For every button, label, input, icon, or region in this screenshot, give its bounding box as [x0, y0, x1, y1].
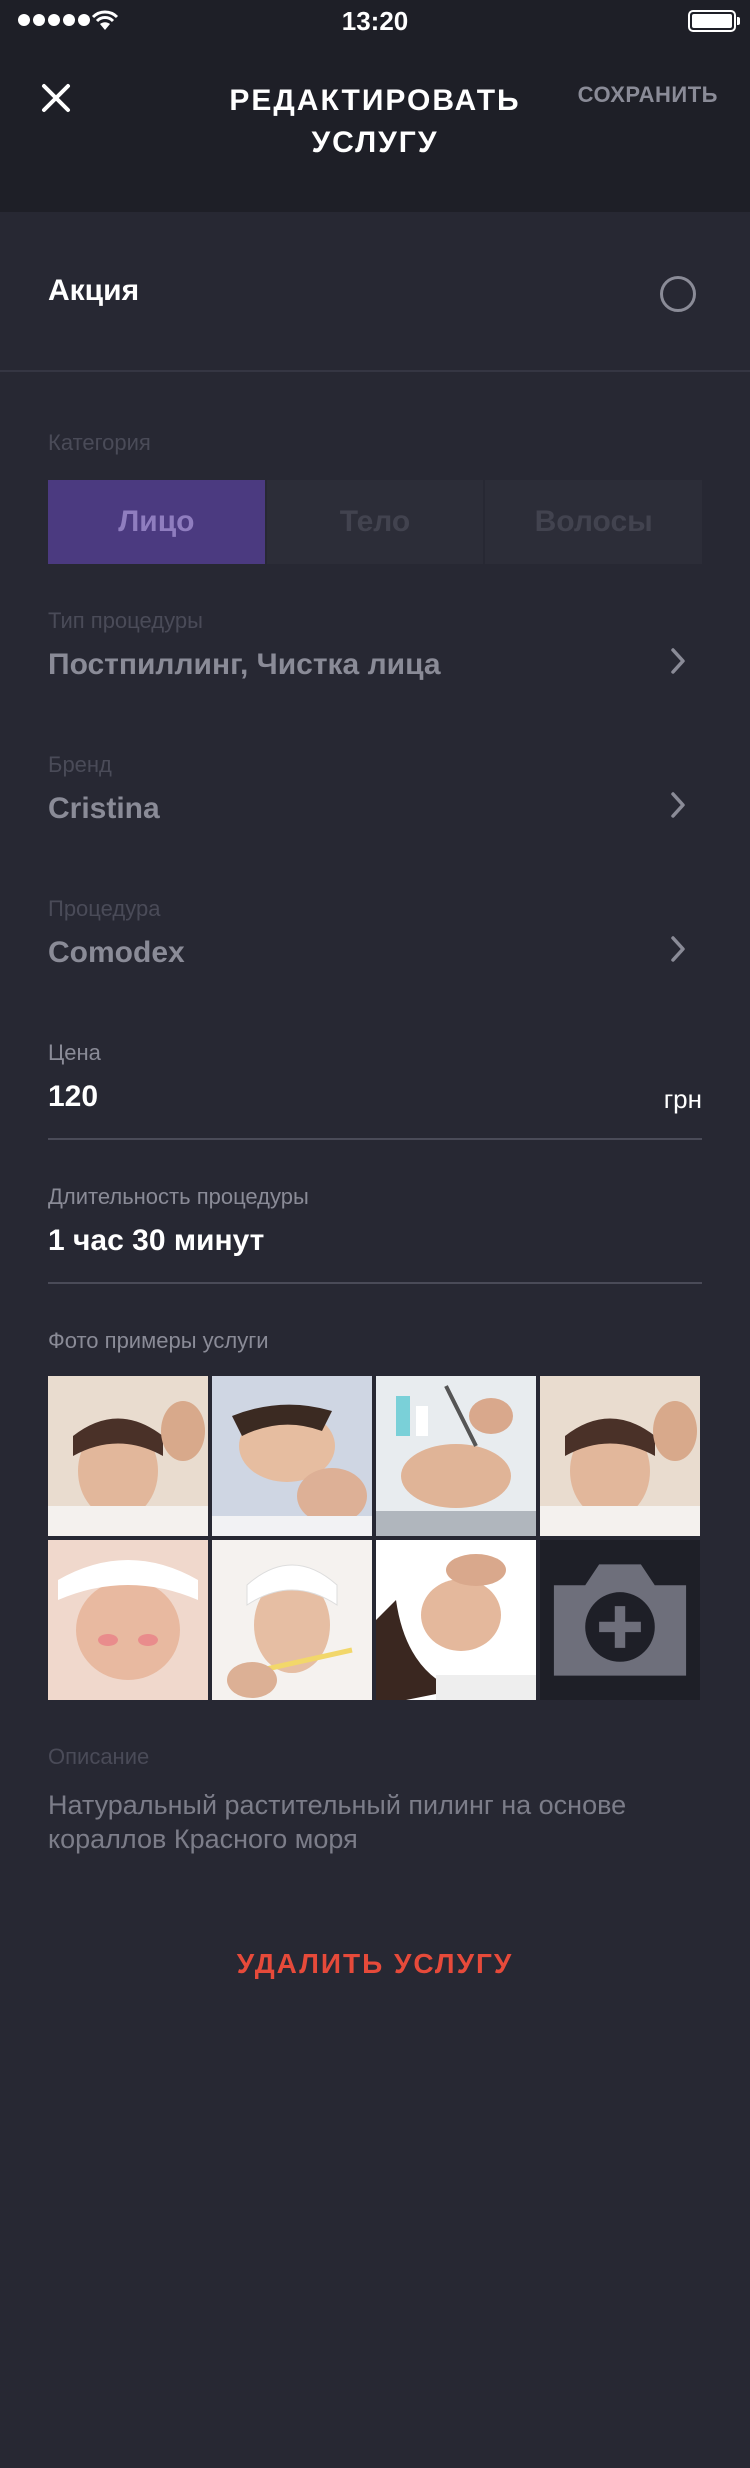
close-icon[interactable] [38, 80, 74, 116]
duration-input[interactable]: 1 час 30 минут [48, 1224, 264, 1258]
photo-thumbnail[interactable] [212, 1540, 372, 1700]
page-title: РЕДАКТИРОВАТЬ УСЛУГУ [229, 84, 521, 159]
category-label: Категория [48, 430, 151, 455]
price-label: Цена [48, 1040, 101, 1065]
save-button[interactable]: СОХРАНИТЬ [578, 82, 718, 108]
chevron-right-icon[interactable] [668, 646, 688, 676]
description-input[interactable]: Натуральный растительный пилинг на основ… [48, 1788, 688, 1856]
brand-label: Бренд [48, 752, 112, 777]
price-divider [48, 1138, 702, 1140]
procedure-value[interactable]: Comodex [48, 936, 185, 970]
photo-thumbnail[interactable] [212, 1376, 372, 1536]
status-bar: 13:20 [0, 0, 750, 40]
procedure-label: Процедура [48, 896, 161, 921]
procedure-type-value[interactable]: Постпиллинг, Чистка лица [48, 648, 441, 682]
add-photo-button[interactable] [540, 1540, 700, 1700]
procedure-type-label: Тип процедуры [48, 608, 203, 633]
chevron-right-icon[interactable] [668, 790, 688, 820]
duration-label: Длительность процедуры [48, 1184, 309, 1209]
battery-icon [688, 10, 740, 32]
promo-label: Акция [48, 274, 140, 307]
photo-thumbnail[interactable] [48, 1540, 208, 1700]
category-selector: Лицо Тело Волосы [48, 480, 703, 564]
photo-thumbnail[interactable] [376, 1376, 536, 1536]
photo-thumbnail[interactable] [540, 1376, 700, 1536]
camera-add-icon [553, 1564, 687, 1676]
category-option-face[interactable]: Лицо [48, 480, 265, 564]
header: 13:20 РЕДАКТИРОВАТЬ УСЛУГУ СОХРАНИТЬ [0, 0, 750, 212]
price-unit: грн [663, 1084, 702, 1114]
category-option-body[interactable]: Тело [266, 480, 484, 564]
photo-gallery [48, 1376, 702, 1700]
promo-radio[interactable] [660, 276, 696, 312]
category-option-hair[interactable]: Волосы [485, 480, 703, 564]
photo-thumbnail[interactable] [376, 1540, 536, 1700]
description-label: Описание [48, 1744, 150, 1769]
photo-thumbnail[interactable] [48, 1376, 208, 1536]
status-time: 13:20 [341, 6, 409, 36]
duration-divider [48, 1282, 702, 1284]
photos-label: Фото примеры услуги [48, 1328, 269, 1353]
price-input[interactable]: 120 [48, 1080, 98, 1114]
chevron-right-icon[interactable] [668, 934, 688, 964]
promo-row[interactable]: Акция [0, 212, 750, 372]
delete-service-button[interactable]: УДАЛИТЬ УСЛУГУ [0, 1948, 750, 1980]
brand-value[interactable]: Cristina [48, 792, 160, 826]
